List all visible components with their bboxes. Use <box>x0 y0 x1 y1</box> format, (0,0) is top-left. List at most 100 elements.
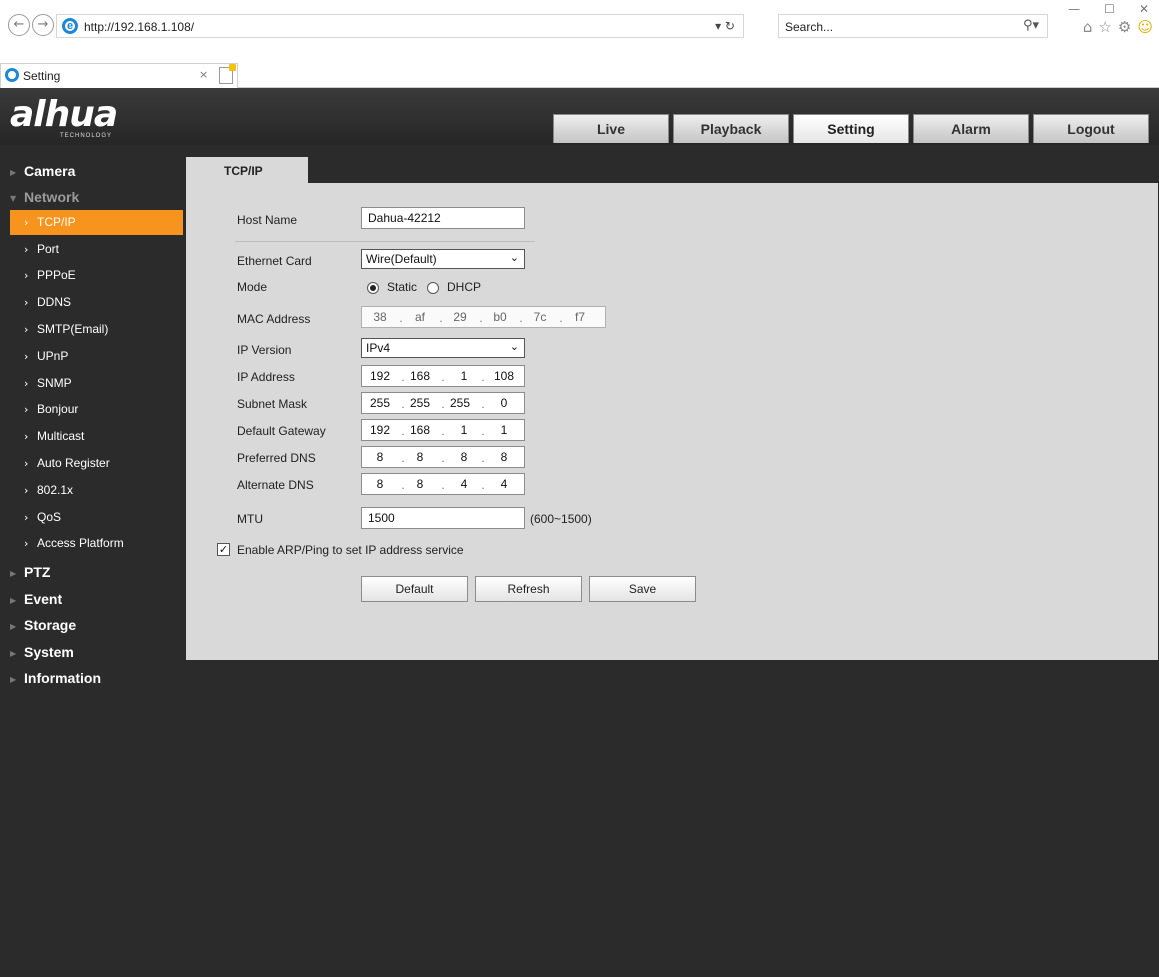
sidebar-item-event[interactable]: ▶ Event <box>10 591 62 607</box>
search-input[interactable]: Search... ⚲▾ <box>778 14 1048 38</box>
tab-alarm[interactable]: Alarm <box>913 114 1029 143</box>
arp-ping-checkbox[interactable]: ✓ <box>217 543 230 556</box>
ip-octet[interactable]: 168 <box>402 369 438 383</box>
collapsed-triangle-icon: ▶ <box>10 596 17 605</box>
sidebar-item-label: UPnP <box>37 349 69 363</box>
sidebar-item-ptz[interactable]: ▶ PTZ <box>10 564 50 580</box>
sidebar-item-qos[interactable]: › QoS <box>10 505 183 530</box>
ie-tab-icon <box>5 68 19 82</box>
mac-address-label: MAC Address <box>237 312 311 326</box>
ip-octet[interactable]: 255 <box>402 396 438 410</box>
browser-tab[interactable]: Setting × <box>0 63 238 88</box>
save-button[interactable]: Save <box>589 576 696 602</box>
host-name-label: Host Name <box>237 213 298 227</box>
ip-octet[interactable]: 8 <box>446 450 482 464</box>
ip-octet[interactable]: 8 <box>402 450 438 464</box>
home-icon[interactable]: ⌂ <box>1083 18 1093 36</box>
sidebar-item-port[interactable]: › Port <box>10 237 183 262</box>
sidebar-item-storage[interactable]: ▶ Storage <box>10 617 76 633</box>
ip-version-select[interactable]: IPv4 ⌄ <box>361 338 525 358</box>
window-controls: — ☐ ✕ <box>1044 2 1149 16</box>
forward-icon[interactable]: → <box>32 14 54 36</box>
expanded-triangle-icon: ▼ <box>10 194 17 203</box>
ip-octet[interactable]: 168 <box>402 423 438 437</box>
new-tab-icon[interactable] <box>219 64 236 84</box>
chevron-down-icon: ⌄ <box>509 340 519 353</box>
mac-octet: 38 <box>373 310 387 324</box>
ip-octet[interactable]: 8 <box>486 450 522 464</box>
sidebar-item-network[interactable]: ▼ Network <box>10 189 79 205</box>
sidebar-item-auto-register[interactable]: › Auto Register <box>10 451 183 476</box>
ip-octet[interactable]: 108 <box>486 369 522 383</box>
ip-octet[interactable]: 8 <box>362 477 398 491</box>
chevron-right-icon: › <box>24 537 29 550</box>
ip-octet[interactable]: 8 <box>402 477 438 491</box>
alternate-dns-field[interactable]: 8. 8. 4. 4 <box>361 473 525 495</box>
ip-octet[interactable]: 4 <box>446 477 482 491</box>
sidebar-item-label: SNMP <box>37 376 72 390</box>
sidebar-item-bonjour[interactable]: › Bonjour <box>10 397 183 422</box>
tab-live[interactable]: Live <box>553 114 669 143</box>
sidebar-item-camera[interactable]: ▶ Camera <box>10 163 75 179</box>
mode-dhcp-radio[interactable] <box>427 282 439 294</box>
sidebar-item-information[interactable]: ▶ Information <box>10 670 101 686</box>
sidebar-item-system[interactable]: ▶ System <box>10 644 74 660</box>
ip-octet[interactable]: 255 <box>362 396 398 410</box>
sidebar-item-label: SMTP(Email) <box>37 322 109 336</box>
subnet-mask-field[interactable]: 255. 255. 255. 0 <box>361 392 525 414</box>
maximize-icon[interactable]: ☐ <box>1104 2 1115 16</box>
logo-subtitle: TECHNOLOGY <box>60 133 113 139</box>
default-gateway-field[interactable]: 192. 168. 1. 1 <box>361 419 525 441</box>
tab-setting[interactable]: Setting <box>793 114 909 143</box>
sidebar-item-ddns[interactable]: › DDNS <box>10 290 183 315</box>
sidebar-item-label: Bonjour <box>37 402 79 416</box>
refresh-button[interactable]: Refresh <box>475 576 582 602</box>
browser-nav-row: ← → e http://192.168.1.108/ ▾ ↻ Search..… <box>0 8 1159 42</box>
sidebar-item-label: Storage <box>24 617 77 633</box>
chevron-right-icon: › <box>24 243 29 256</box>
sidebar-item-access-platform[interactable]: › Access Platform <box>10 531 183 556</box>
tab-playback[interactable]: Playback <box>673 114 789 143</box>
ip-octet[interactable]: 255 <box>442 396 478 410</box>
close-window-icon[interactable]: ✕ <box>1139 2 1149 16</box>
tab-tcpip[interactable]: TCP/IP <box>186 157 308 183</box>
ip-octet[interactable]: 192 <box>362 423 398 437</box>
ip-address-field[interactable]: 192. 168. 1. 108 <box>361 365 525 387</box>
ip-octet[interactable]: 1 <box>446 423 482 437</box>
mode-static-radio[interactable] <box>367 282 379 294</box>
address-bar[interactable]: e http://192.168.1.108/ ▾ ↻ <box>56 14 744 38</box>
sidebar-item-snmp[interactable]: › SNMP <box>10 371 183 396</box>
ip-octet[interactable]: 192 <box>362 369 398 383</box>
collapsed-triangle-icon: ▶ <box>10 622 17 631</box>
sidebar-item-pppoe[interactable]: › PPPoE <box>10 263 183 288</box>
chevron-right-icon: › <box>24 430 29 443</box>
sidebar-item-multicast[interactable]: › Multicast <box>10 424 183 449</box>
gear-icon[interactable]: ⚙ <box>1118 18 1131 36</box>
search-icon[interactable]: ⚲▾ <box>1023 18 1039 33</box>
ie-icon: e <box>62 18 78 34</box>
ip-octet[interactable]: 1 <box>486 423 522 437</box>
sidebar-item-tcpip[interactable]: › TCP/IP <box>10 210 183 235</box>
ethernet-card-select[interactable]: Wire(Default) ⌄ <box>361 249 525 269</box>
ip-octet[interactable]: 1 <box>446 369 482 383</box>
ip-octet[interactable]: 0 <box>486 396 522 410</box>
sidebar-item-label: Event <box>24 591 63 607</box>
back-icon[interactable]: ← <box>8 14 30 36</box>
sidebar-item-8021x[interactable]: › 802.1x <box>10 478 183 503</box>
feedback-smiley-icon[interactable]: ☺ <box>1137 18 1153 36</box>
mtu-field[interactable]: 1500 <box>361 507 525 529</box>
chevron-right-icon: › <box>24 511 29 524</box>
tab-logout[interactable]: Logout <box>1033 114 1149 143</box>
sidebar-item-smtp[interactable]: › SMTP(Email) <box>10 317 183 342</box>
refresh-icon[interactable]: ▾ ↻ <box>715 19 735 33</box>
ip-octet[interactable]: 4 <box>486 477 522 491</box>
host-name-field[interactable]: Dahua-42212 <box>361 207 525 229</box>
ip-octet[interactable]: 8 <box>362 450 398 464</box>
default-button[interactable]: Default <box>361 576 468 602</box>
sidebar-item-upnp[interactable]: › UPnP <box>10 344 183 369</box>
close-tab-icon[interactable]: × <box>199 68 208 81</box>
favorites-icon[interactable]: ☆ <box>1098 18 1111 36</box>
search-placeholder: Search... <box>785 20 834 34</box>
minimize-icon[interactable]: — <box>1068 2 1080 16</box>
preferred-dns-field[interactable]: 8. 8. 8. 8 <box>361 446 525 468</box>
